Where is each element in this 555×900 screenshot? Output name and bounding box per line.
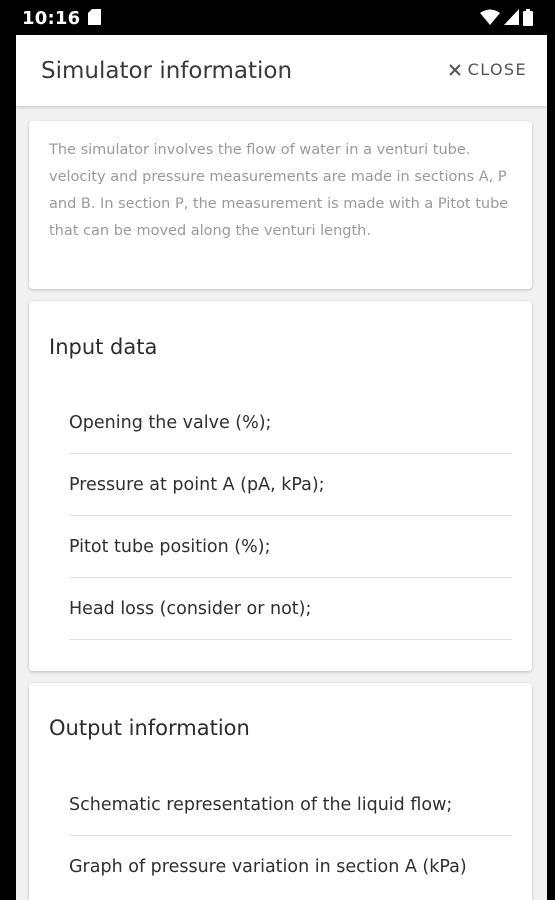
input-data-card: Input data Opening the valve (%); Pressu… [29,301,532,671]
output-info-title: Output information [49,716,250,740]
battery-icon [523,8,533,26]
status-time: 10:16 [22,8,81,29]
output-info-list: Schematic representation of the liquid f… [69,774,512,898]
list-item: Schematic representation of the liquid f… [69,774,512,836]
intro-card: The simulator involves the flow of water… [29,121,532,289]
close-label: CLOSE [467,60,527,79]
sd-card-icon [88,9,101,25]
close-icon [448,63,461,76]
simulator-info-dialog: Simulator information CLOSE The simulato… [16,35,547,900]
input-data-title: Input data [49,335,158,359]
list-item: Opening the valve (%); [69,392,512,454]
status-bar: 10:16 [0,0,555,35]
intro-text: The simulator involves the flow of water… [49,142,509,239]
status-icons [480,8,533,26]
wifi-icon [480,9,500,25]
list-item: Head loss (consider or not); [69,578,512,640]
list-item: Pitot tube position (%); [69,516,512,578]
input-data-list: Opening the valve (%); Pressure at point… [69,392,512,640]
output-info-card: Output information Schematic representat… [29,683,532,900]
signal-icon [504,9,519,25]
list-item: Pressure at point A (pA, kPa); [69,454,512,516]
dialog-title: Simulator information [41,58,293,84]
list-item: Graph of pressure variation in section A… [69,857,467,877]
dialog-header: Simulator information CLOSE [16,35,547,107]
close-button[interactable]: CLOSE [448,60,527,79]
